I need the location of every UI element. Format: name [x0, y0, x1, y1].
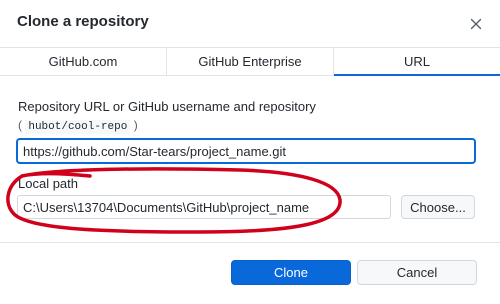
tab-github-com[interactable]: GitHub.com [0, 48, 167, 75]
tab-github-enterprise[interactable]: GitHub Enterprise [167, 48, 334, 75]
repository-url-label: Repository URL or GitHub username and re… [18, 99, 316, 114]
close-icon [470, 18, 482, 30]
hint-example-code: hubot/cool-repo [25, 120, 131, 134]
local-path-label: Local path [18, 176, 78, 191]
tab-url[interactable]: URL [334, 48, 500, 76]
cancel-button[interactable]: Cancel [357, 260, 477, 285]
choose-button[interactable]: Choose... [401, 195, 475, 219]
local-path-input[interactable] [17, 195, 391, 219]
hint-close-paren: ) [133, 118, 138, 132]
close-button[interactable] [466, 14, 486, 34]
dialog-title: Clone a repository [17, 13, 149, 30]
clone-button[interactable]: Clone [231, 260, 351, 285]
repository-url-input[interactable] [17, 139, 475, 163]
clone-repository-dialog: Clone a repository GitHub.com GitHub Ent… [0, 0, 500, 304]
dialog-header: Clone a repository [0, 0, 500, 48]
hint-open-paren: ( [18, 118, 22, 132]
tab-bar: GitHub.com GitHub Enterprise URL [0, 48, 500, 76]
repository-url-hint: ( hubot/cool-repo ) [18, 118, 138, 134]
